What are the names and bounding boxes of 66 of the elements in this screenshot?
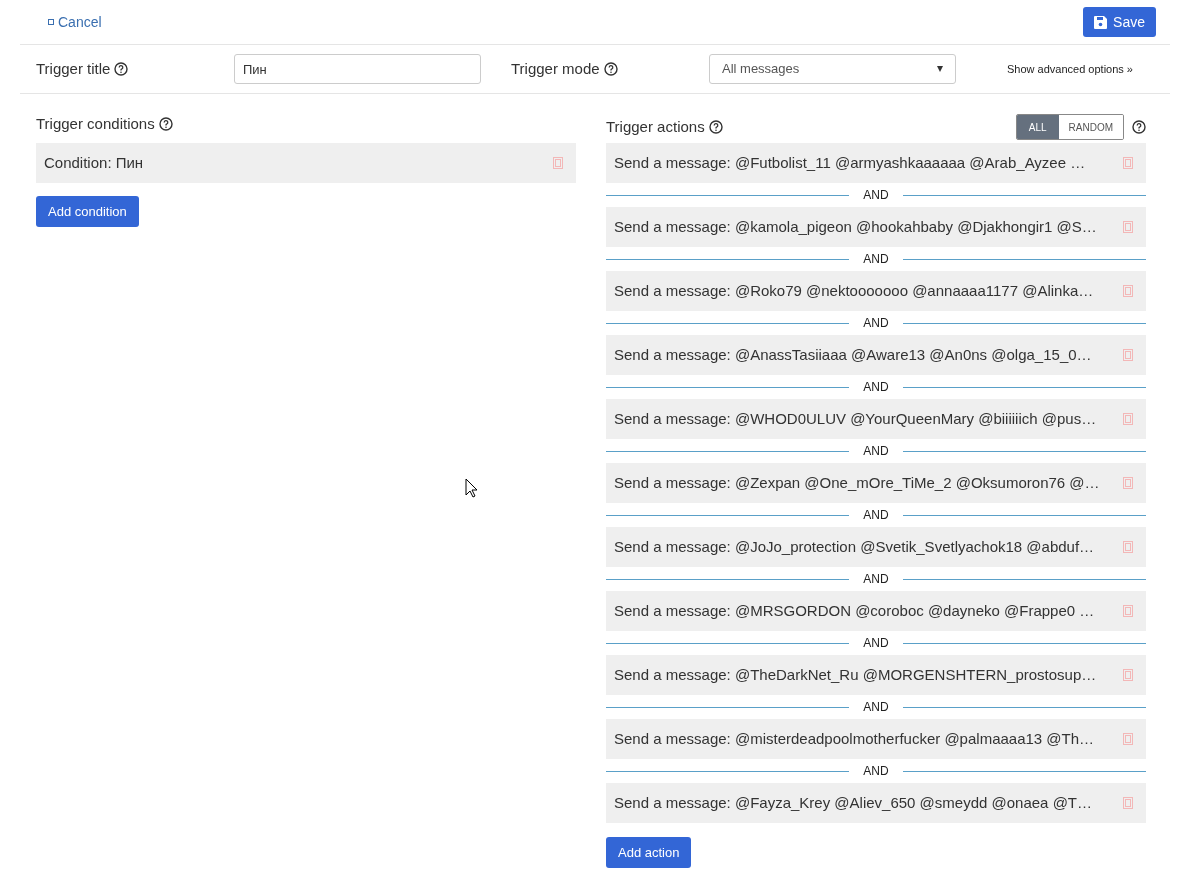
and-separator: AND [862, 315, 890, 332]
action-text: Send a message: @Roko79 @nektooooooo @annaaaa1177 @Alinka… [614, 280, 1094, 301]
and-separator: AND [862, 187, 890, 204]
action-text: Send a message: @Futbolist_11 @armyashkaaaaaa @Arab_Ayzee … [614, 152, 1086, 173]
cancel-link[interactable]: Cancel [48, 11, 102, 33]
toggle-option[interactable]: ALL [1016, 115, 1059, 139]
action-row[interactable]: Send a message: @AnassTasiiaaa @Aware13 @An0ns @olga_15_0… [606, 335, 1146, 375]
add-condition-button[interactable]: Add condition [36, 196, 139, 227]
delete-icon[interactable] [1123, 349, 1133, 361]
help-icon[interactable] [603, 62, 618, 76]
condition-row[interactable]: Condition: Пин [36, 143, 576, 183]
dropdown-arrow-icon [937, 66, 943, 72]
and-separator: AND [862, 443, 890, 460]
delete-icon[interactable] [1123, 157, 1133, 169]
and-separator: AND [862, 763, 890, 780]
and-separator: AND [862, 379, 890, 396]
action-text: Send a message: @Fayza_Krey @Aliev_650 @smeydd @onaea @T… [614, 792, 1093, 813]
save-button[interactable]: Save [1083, 7, 1156, 37]
action-row[interactable]: Send a message: @MRSGORDON @coroboc @dayneko @Frappe0 … [606, 591, 1146, 631]
action-row[interactable]: Send a message: @TheDarkNet_Ru @MORGENSHTERN_prostosup… [606, 655, 1146, 695]
action-text: Send a message: @Zexpan @One_mOre_TiMe_2 @Oksumoron76 @… [614, 472, 1100, 493]
delete-icon[interactable] [1123, 413, 1133, 425]
delete-icon[interactable] [1123, 669, 1133, 681]
delete-icon[interactable] [1123, 541, 1133, 553]
action-row[interactable]: Send a message: @Fayza_Krey @Aliev_650 @smeydd @onaea @T… [606, 783, 1146, 823]
action-row[interactable]: Send a message: @JoJo_protection @Svetik_Svetlyachok18 @abduf… [606, 527, 1146, 567]
mode-select[interactable]: All messages [709, 54, 956, 84]
condition-text: Condition: Пин [44, 152, 144, 173]
add-action-button[interactable]: Add action [606, 837, 692, 868]
and-separator: AND [862, 507, 890, 524]
help-icon[interactable] [114, 62, 129, 76]
action-row[interactable]: Send a message: @WHOD0ULUV @YourQueenMary @biiiiiich @pus… [606, 399, 1146, 439]
and-separator: AND [862, 251, 890, 268]
action-row[interactable]: Send a message: @Zexpan @One_mOre_TiMe_2 @Oksumoron76 @… [606, 463, 1146, 503]
delete-icon[interactable] [1123, 797, 1133, 809]
action-row[interactable]: Send a message: @Futbolist_11 @armyashkaaaaaa @Arab_Ayzee … [606, 143, 1146, 183]
delete-icon[interactable] [553, 157, 563, 169]
and-separator: AND [862, 571, 890, 588]
delete-icon[interactable] [1123, 285, 1133, 297]
action-text: Send a message: @JoJo_protection @Svetik_Svetlyachok18 @abduf… [614, 536, 1095, 557]
and-separator: AND [862, 699, 890, 716]
action-text: Send a message: @kamola_pigeon @hookahbaby @Djakhongir1 @S… [614, 216, 1097, 237]
action-text: Send a message: @MRSGORDON @coroboc @dayneko @Frappe0 … [614, 600, 1095, 621]
delete-icon[interactable] [1123, 733, 1133, 745]
action-row[interactable]: Send a message: @Roko79 @nektooooooo @annaaaa1177 @Alinka… [606, 271, 1146, 311]
action-row[interactable]: Send a message: @misterdeadpoolmotherfucker @palmaaaa13 @Th… [606, 719, 1146, 759]
action-text: Send a message: @TheDarkNet_Ru @MORGENSHTERN_prostosup… [614, 664, 1097, 685]
action-text: Send a message: @AnassTasiiaaa @Aware13 @An0ns @olga_15_0… [614, 344, 1092, 365]
action-row[interactable]: Send a message: @kamola_pigeon @hookahbaby @Djakhongir1 @S… [606, 207, 1146, 247]
square-icon [48, 19, 54, 25]
field-label: Trigger title [36, 58, 111, 79]
delete-icon[interactable] [1123, 605, 1133, 617]
delete-icon[interactable] [1123, 221, 1133, 233]
and-separator: AND [862, 635, 890, 652]
help-icon[interactable] [1132, 120, 1146, 134]
advanced-options-link[interactable]: Show advanced options » [1007, 60, 1133, 78]
delete-icon[interactable] [1123, 477, 1133, 489]
section-heading: Trigger conditions [36, 113, 155, 134]
action-text: Send a message: @misterdeadpoolmotherfucker @palmaaaa13 @Th… [614, 728, 1095, 749]
title-input[interactable]: Пин [234, 54, 481, 84]
action-text: Send a message: @WHOD0ULUV @YourQueenMary @biiiiiich @pus… [614, 408, 1097, 429]
field-label: Trigger mode [511, 58, 600, 79]
section-heading: Trigger actions [606, 116, 705, 137]
help-icon[interactable] [708, 120, 723, 134]
help-icon[interactable] [158, 117, 173, 131]
mouse-pointer-icon [465, 478, 478, 498]
